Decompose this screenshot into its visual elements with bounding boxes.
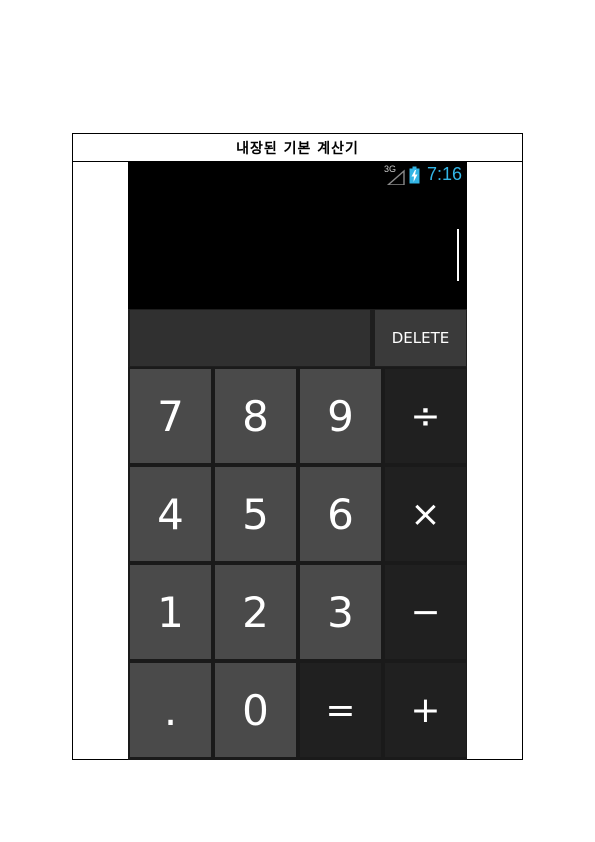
status-clock: 7:16 xyxy=(427,164,463,184)
subtract-button[interactable]: − xyxy=(385,565,466,659)
key-1[interactable]: 1 xyxy=(130,565,211,659)
key-0[interactable]: 0 xyxy=(215,663,296,757)
multiply-button[interactable]: × xyxy=(385,467,466,561)
key-6[interactable]: 6 xyxy=(300,467,381,561)
key-7[interactable]: 7 xyxy=(130,369,211,463)
equals-button[interactable]: = xyxy=(300,663,381,757)
key-4[interactable]: 4 xyxy=(130,467,211,561)
calculator-screen: 3G 7:16 DELETE 7 8 9 ÷ 4 5 6 × 1 2 3 − .… xyxy=(128,162,467,760)
key-5[interactable]: 5 xyxy=(215,467,296,561)
document-title: 내장된 기본 계산기 xyxy=(73,134,522,162)
key-2[interactable]: 2 xyxy=(215,565,296,659)
divide-button[interactable]: ÷ xyxy=(385,369,466,463)
calculator-display[interactable] xyxy=(128,187,467,309)
key-9[interactable]: 9 xyxy=(300,369,381,463)
add-button[interactable]: + xyxy=(385,663,466,757)
decimal-point-button[interactable]: . xyxy=(130,663,211,757)
signal-icon xyxy=(386,169,405,185)
keypad: 7 8 9 ÷ 4 5 6 × 1 2 3 − . 0 = + xyxy=(128,367,467,760)
key-3[interactable]: 3 xyxy=(300,565,381,659)
delete-button[interactable]: DELETE xyxy=(375,310,466,366)
text-cursor xyxy=(457,229,459,281)
key-8[interactable]: 8 xyxy=(215,369,296,463)
status-bar: 3G 7:16 xyxy=(128,162,467,187)
result-row: DELETE xyxy=(128,309,467,367)
battery-charging-icon xyxy=(409,166,420,184)
result-field xyxy=(130,310,370,366)
